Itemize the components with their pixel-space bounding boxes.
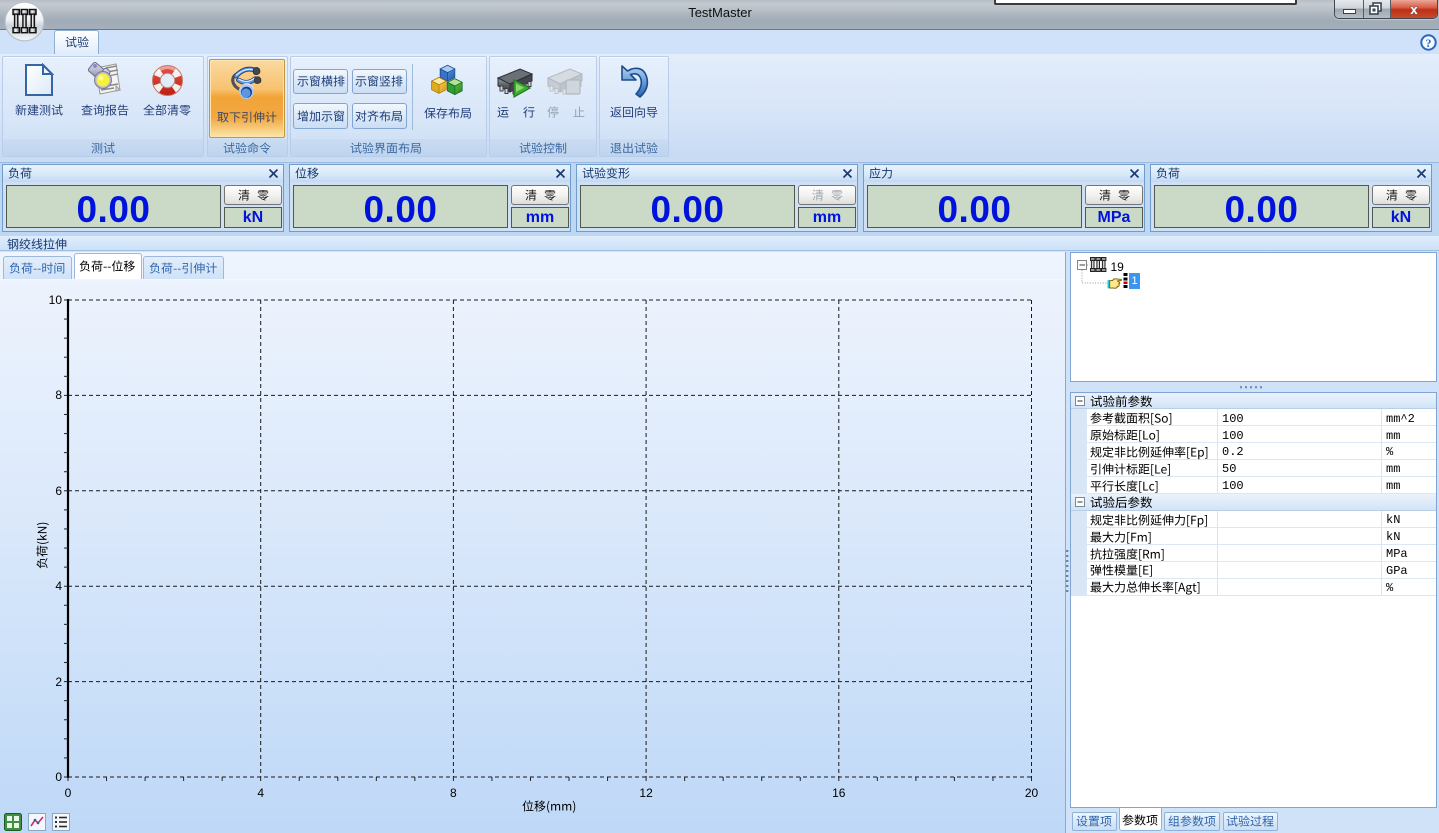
svg-text:?: ? [1426, 36, 1432, 50]
svg-text:x: x [1410, 2, 1418, 17]
